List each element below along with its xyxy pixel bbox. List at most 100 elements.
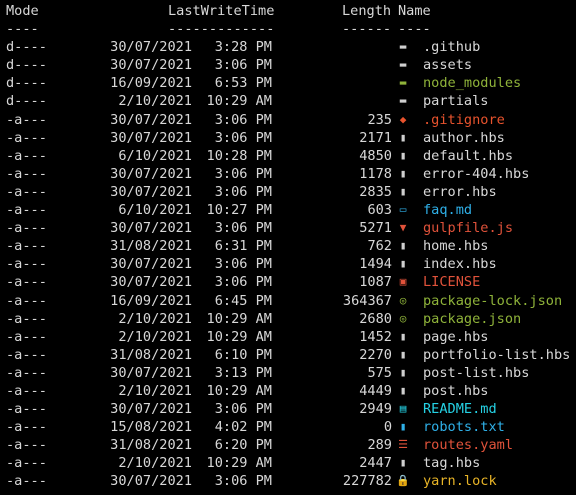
length-cell: 364367 bbox=[342, 292, 392, 309]
date-cell: 30/07/2021 bbox=[110, 220, 192, 237]
time-cell: 10:27 PM bbox=[206, 202, 272, 219]
date-cell: 16/09/2021 bbox=[110, 292, 192, 309]
time-cell: 3:06 PM bbox=[214, 183, 272, 200]
terminal-window[interactable]: Mode LastWriteTime Length Name ---- ----… bbox=[0, 0, 576, 495]
time-cell: 10:29 AM bbox=[206, 328, 272, 345]
date-cell: 30/07/2021 bbox=[110, 129, 192, 146]
listing-row: -a--- 2/10/2021 10:29 AM 1452 ▮ page.hbs bbox=[0, 328, 576, 346]
mode-cell: -a--- bbox=[6, 183, 47, 200]
mode-cell: -a--- bbox=[6, 364, 47, 381]
listing-row: -a--- 30/07/2021 3:06 PM 1494 ▮ index.hbs bbox=[0, 255, 576, 273]
name-cell: partials bbox=[423, 93, 489, 110]
mode-cell: -a--- bbox=[6, 111, 47, 128]
mode-cell: -a--- bbox=[6, 401, 47, 418]
time-cell: 10:29 AM bbox=[206, 93, 272, 110]
date-cell: 2/10/2021 bbox=[118, 382, 192, 399]
mode-cell: -a--- bbox=[6, 310, 47, 327]
date-cell: 30/07/2021 bbox=[110, 57, 192, 74]
time-cell: 3:06 PM bbox=[214, 129, 272, 146]
name-cell: LICENSE bbox=[423, 274, 481, 291]
mode-cell: -a--- bbox=[6, 220, 47, 237]
mode-cell: d---- bbox=[6, 75, 47, 92]
file-icon: ▮ bbox=[399, 383, 407, 397]
time-cell: 3:13 PM bbox=[214, 364, 272, 381]
listing-row: -a--- 6/10/2021 10:27 PM 603 ▭ faq.md bbox=[0, 201, 576, 219]
name-cell: robots.txt bbox=[423, 419, 505, 436]
time-cell: 10:28 PM bbox=[206, 147, 272, 164]
date-cell: 30/07/2021 bbox=[110, 111, 192, 128]
markdown-icon: ▭ bbox=[399, 203, 407, 217]
header-length: Length bbox=[342, 3, 392, 19]
length-cell: 2447 bbox=[359, 455, 392, 472]
date-cell: 30/07/2021 bbox=[110, 165, 192, 182]
time-cell: 10:29 AM bbox=[206, 310, 272, 327]
name-cell: README.md bbox=[423, 401, 497, 418]
time-cell: 3:06 PM bbox=[214, 274, 272, 291]
date-cell: 30/07/2021 bbox=[110, 256, 192, 273]
name-cell: .gitignore bbox=[423, 111, 505, 128]
length-cell: 762 bbox=[367, 238, 392, 255]
listing-row: -a--- 2/10/2021 10:29 AM 4449 ▮ post.hbs bbox=[0, 382, 576, 400]
time-cell: 3:06 PM bbox=[214, 473, 272, 490]
length-cell: 2270 bbox=[359, 346, 392, 363]
length-cell: 235 bbox=[367, 111, 392, 128]
length-cell: 2171 bbox=[359, 129, 392, 146]
name-cell: yarn.lock bbox=[423, 473, 497, 490]
length-cell: 289 bbox=[367, 437, 392, 454]
listing-row: -a--- 30/07/2021 3:06 PM 5271 ▼ gulpfile.js bbox=[0, 219, 576, 237]
file-icon: ▮ bbox=[399, 329, 407, 343]
date-cell: 15/08/2021 bbox=[110, 419, 192, 436]
file-icon: ▮ bbox=[399, 166, 407, 180]
length-cell: 575 bbox=[367, 364, 392, 381]
time-cell: 6:20 PM bbox=[214, 437, 272, 454]
length-cell: 1178 bbox=[359, 165, 392, 182]
time-cell: 6:10 PM bbox=[214, 346, 272, 363]
header-length-rule: ------ bbox=[342, 21, 392, 38]
time-cell: 3:06 PM bbox=[214, 165, 272, 182]
date-cell: 6/10/2021 bbox=[118, 147, 192, 164]
file-icon: ▮ bbox=[399, 347, 407, 361]
mode-cell: d---- bbox=[6, 57, 47, 74]
length-cell: 4449 bbox=[359, 382, 392, 399]
mode-cell: -a--- bbox=[6, 165, 47, 182]
name-cell: node_modules bbox=[423, 75, 522, 92]
folder-icon: ▬ bbox=[399, 58, 407, 72]
listing-row: -a--- 6/10/2021 10:28 PM 4850 ▮ default.hbs bbox=[0, 147, 576, 165]
time-cell: 10:29 AM bbox=[206, 382, 272, 399]
header-lwt-rule: ------------- bbox=[168, 21, 275, 38]
length-cell: 2835 bbox=[359, 183, 392, 200]
name-cell: index.hbs bbox=[423, 256, 497, 273]
date-cell: 31/08/2021 bbox=[110, 437, 192, 454]
date-cell: 2/10/2021 bbox=[118, 328, 192, 345]
file-icon: ▮ bbox=[399, 130, 407, 144]
name-cell: error-404.hbs bbox=[423, 165, 530, 182]
time-cell: 3:06 PM bbox=[214, 57, 272, 74]
folder-icon: ▬ bbox=[399, 94, 407, 108]
license-icon: ▣ bbox=[399, 275, 407, 289]
date-cell: 30/07/2021 bbox=[110, 473, 192, 490]
file-icon: ▮ bbox=[399, 257, 407, 271]
listing-row: -a--- 30/07/2021 3:06 PM 1178 ▮ error-404.hbs bbox=[0, 165, 576, 183]
listing-row: -a--- 30/07/2021 3:13 PM 575 ▮ post-list.hbs bbox=[0, 364, 576, 382]
listing-row: -a--- 30/07/2021 3:06 PM 2835 ▮ error.hbs bbox=[0, 183, 576, 201]
date-cell: 30/07/2021 bbox=[110, 364, 192, 381]
length-cell: 227782 bbox=[342, 473, 392, 490]
name-cell: package.json bbox=[423, 310, 522, 327]
listing-row: d---- 16/09/2021 6:53 PM ▬ node_modules bbox=[0, 74, 576, 92]
length-cell: 4850 bbox=[359, 147, 392, 164]
name-cell: page.hbs bbox=[423, 328, 489, 345]
name-cell: gulpfile.js bbox=[423, 220, 514, 237]
date-cell: 2/10/2021 bbox=[118, 310, 192, 327]
name-cell: post-list.hbs bbox=[423, 364, 530, 381]
time-cell: 3:28 PM bbox=[214, 39, 272, 56]
listing-row: -a--- 30/07/2021 3:06 PM 2171 ▮ author.hbs bbox=[0, 129, 576, 147]
time-cell: 6:53 PM bbox=[214, 75, 272, 92]
listing-row: -a--- 15/08/2021 4:02 PM 0 ▮ robots.txt bbox=[0, 418, 576, 436]
mode-cell: d---- bbox=[6, 39, 47, 56]
name-cell: portfolio-list.hbs bbox=[423, 346, 571, 363]
name-cell: error.hbs bbox=[423, 183, 497, 200]
npm-icon: ◎ bbox=[399, 293, 407, 307]
listing-row: -a--- 31/08/2021 6:10 PM 2270 ▮ portfolio-lis… bbox=[0, 346, 576, 364]
date-cell: 31/08/2021 bbox=[110, 346, 192, 363]
header-lastwritetime: LastWriteTime bbox=[168, 3, 275, 19]
